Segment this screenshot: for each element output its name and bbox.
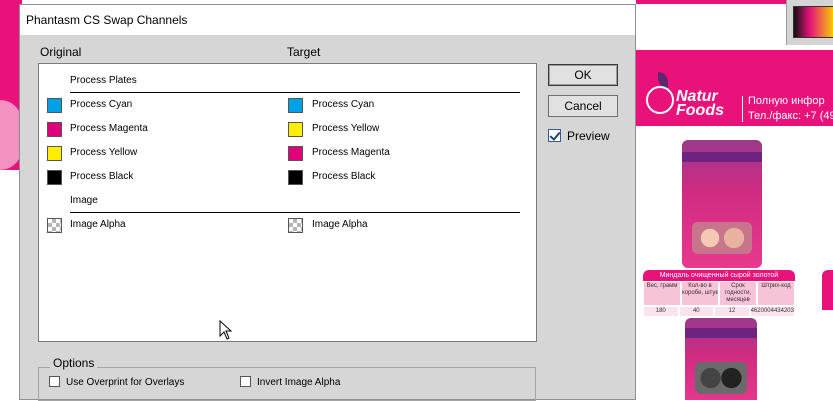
invert-alpha-checkbox[interactable] bbox=[240, 376, 251, 387]
channel-row-alpha[interactable]: Image Alpha Image Alpha bbox=[39, 216, 536, 236]
target-channel-label[interactable]: Process Yellow bbox=[312, 123, 379, 134]
table-cell: 40 bbox=[679, 307, 714, 316]
package-nuts bbox=[695, 362, 747, 394]
group-label-image: Image bbox=[70, 195, 98, 206]
options-legend: Options bbox=[50, 356, 98, 370]
transparency-swatch-icon[interactable] bbox=[288, 218, 303, 233]
original-channel-label: Process Yellow bbox=[70, 147, 138, 158]
dialog-titlebar[interactable]: Phantasm CS Swap Channels bbox=[20, 5, 635, 35]
bg-top-white-area bbox=[636, 0, 786, 40]
target-channel-label[interactable]: Process Magenta bbox=[312, 147, 390, 158]
cyan-swatch-icon[interactable] bbox=[288, 98, 303, 113]
original-channel-label: Process Magenta bbox=[70, 123, 148, 134]
next-product-edge bbox=[822, 270, 833, 310]
dialog-title: Phantasm CS Swap Channels bbox=[26, 13, 188, 27]
fruit-icon bbox=[646, 86, 674, 114]
channel-row-magenta[interactable]: Process Magenta Process Yellow bbox=[39, 120, 536, 140]
contact-line2: Тел./факс: +7 (49 bbox=[748, 110, 833, 122]
target-channel-label[interactable]: Process Cyan bbox=[312, 99, 374, 110]
channel-row-cyan[interactable]: Process Cyan Process Cyan bbox=[39, 96, 536, 116]
original-column-header: Original bbox=[40, 45, 82, 59]
product-package-image-2 bbox=[685, 318, 757, 400]
group-divider bbox=[70, 92, 520, 93]
table-header-cell: Срок годности, месяцев bbox=[720, 282, 756, 305]
cancel-button[interactable]: Cancel bbox=[548, 95, 618, 117]
package-nuts bbox=[692, 222, 752, 254]
yellow-swatch-icon bbox=[47, 146, 62, 161]
overprint-label[interactable]: Use Overprint for Overlays bbox=[66, 377, 184, 388]
table-header-cell: Штрих-код bbox=[758, 282, 794, 305]
gradient-swatch[interactable] bbox=[793, 6, 833, 38]
logo-line2: Foods bbox=[676, 102, 724, 119]
preview-checkbox[interactable] bbox=[548, 129, 561, 142]
original-channel-label: Image Alpha bbox=[70, 219, 126, 230]
package-band bbox=[682, 152, 762, 162]
yellow-swatch-icon[interactable] bbox=[288, 122, 303, 137]
product-package-image bbox=[682, 140, 762, 268]
swap-channels-dialog: Phantasm CS Swap Channels Original Targe… bbox=[19, 4, 636, 401]
table-row: 180 40 12 4620004434203 bbox=[643, 306, 795, 317]
naturfoods-logo-icon bbox=[646, 72, 676, 118]
header-divider bbox=[742, 96, 743, 122]
package-band bbox=[685, 328, 757, 338]
target-column-header: Target bbox=[287, 45, 321, 59]
bg-top-pink-line bbox=[636, 0, 786, 4]
magenta-swatch-icon[interactable] bbox=[288, 146, 303, 161]
invert-alpha-label[interactable]: Invert Image Alpha bbox=[257, 377, 340, 388]
table-header-row: Вес, грамм Кол-во в коробе, штук Срок го… bbox=[643, 281, 795, 306]
original-channel-label: Process Cyan bbox=[70, 99, 133, 110]
target-channel-label[interactable]: Image Alpha bbox=[312, 219, 368, 230]
black-swatch-icon[interactable] bbox=[288, 170, 303, 185]
cyan-swatch-icon bbox=[47, 98, 62, 113]
product-info-table: Миндаль очищенный сырой золотой Вес, гра… bbox=[643, 270, 795, 317]
group-divider bbox=[70, 212, 520, 213]
black-swatch-icon bbox=[47, 170, 62, 185]
contact-info: Полную инфор Тел./факс: +7 (49 bbox=[748, 94, 833, 124]
mouse-cursor-icon bbox=[219, 320, 233, 340]
table-cell: 180 bbox=[644, 307, 678, 316]
product-title: Миндаль очищенный сырой золотой bbox=[643, 270, 795, 281]
table-cell: 12 bbox=[715, 307, 749, 316]
original-channel-label: Process Black bbox=[70, 171, 134, 182]
table-cell: 4620004434203 bbox=[750, 307, 794, 316]
ok-button[interactable]: OK bbox=[548, 64, 618, 86]
magenta-swatch-icon bbox=[47, 122, 62, 137]
preview-label[interactable]: Preview bbox=[567, 129, 610, 143]
contact-line1: Полную инфор bbox=[748, 95, 825, 107]
table-header-cell: Кол-во в коробе, штук bbox=[682, 282, 718, 305]
transparency-swatch-icon bbox=[47, 218, 62, 233]
table-header-cell: Вес, грамм bbox=[644, 282, 680, 305]
overprint-checkbox[interactable] bbox=[49, 376, 60, 387]
group-label-process-plates: Process Plates bbox=[70, 75, 137, 86]
channel-list[interactable]: Process Plates Process Cyan Process Cyan… bbox=[38, 63, 537, 342]
logo-text: Natur Foods bbox=[676, 89, 724, 119]
target-channel-label[interactable]: Process Black bbox=[312, 171, 375, 182]
channel-row-yellow[interactable]: Process Yellow Process Magenta bbox=[39, 144, 536, 164]
channel-row-black[interactable]: Process Black Process Black bbox=[39, 168, 536, 188]
